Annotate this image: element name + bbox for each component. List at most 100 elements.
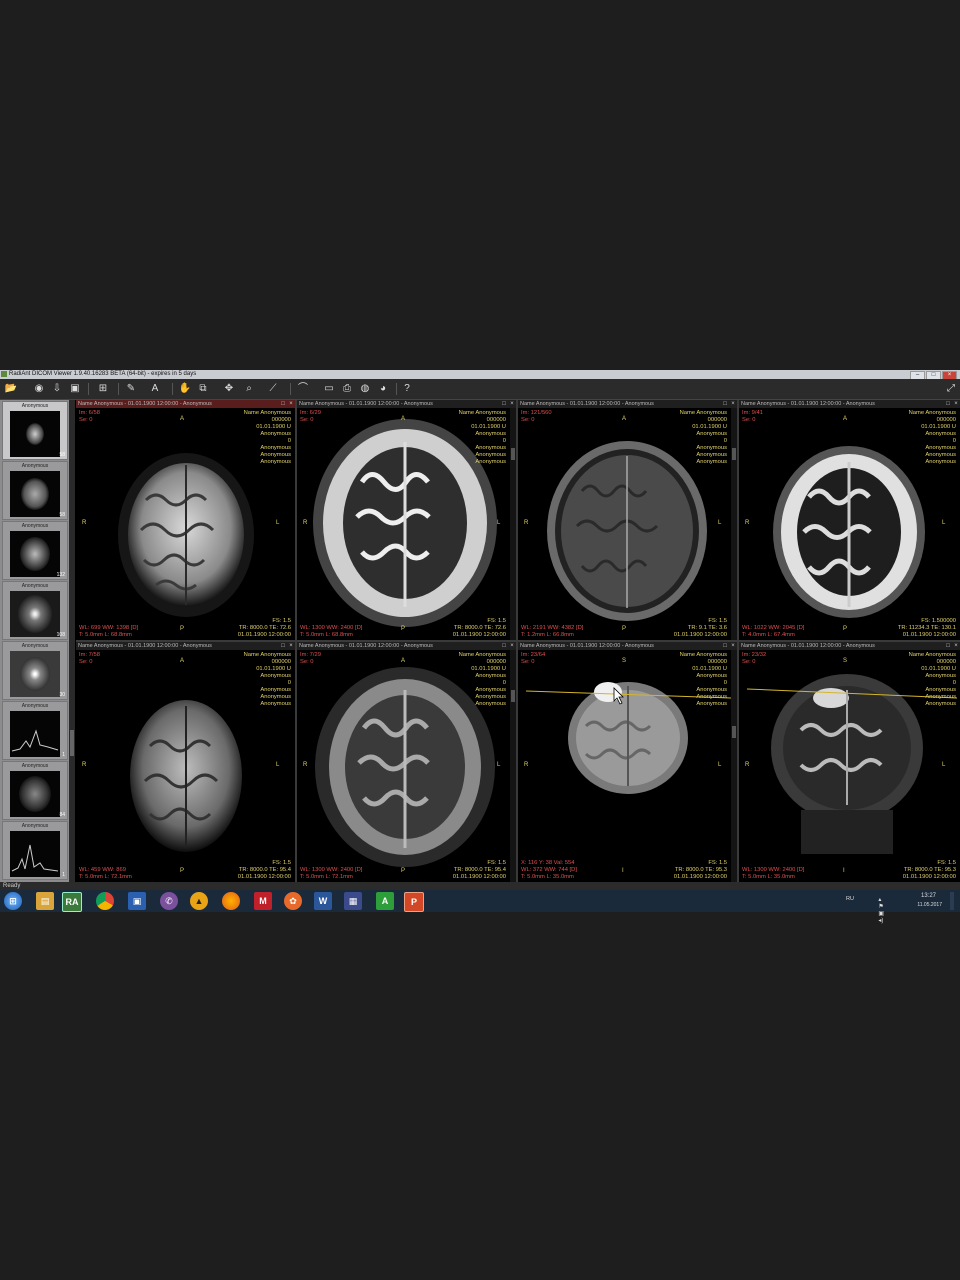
cd-icon[interactable]: ◉ [32, 382, 46, 396]
thumbnail-series-2[interactable]: Anonymous 58 [2, 461, 68, 520]
radiant-dicom-icon[interactable]: RA [62, 892, 82, 912]
t2-axial-image [773, 446, 925, 618]
overlay-bottom-right: FS: 1.5 TR: 8000.0 TE: 95.3 01.01.1900 1… [673, 860, 727, 880]
zoom-icon[interactable]: ⌕ [242, 382, 256, 396]
thumbnail-series-7[interactable]: Anonymous 84 [2, 761, 68, 820]
thumbnail-series-3[interactable]: Anonymous 132 [2, 521, 68, 580]
download-icon[interactable]: ⇩ [50, 382, 64, 396]
manager-icon[interactable]: M [254, 892, 272, 910]
screen: RadiAnt DICOM Viewer 1.9.40.16283 BETA (… [0, 370, 960, 924]
viewer-grid: Name Anonymous - 01.01.1900 12:00:00 - A… [76, 400, 960, 882]
save-icon[interactable]: ▣ [128, 892, 146, 910]
orientation-bottom: P [401, 868, 406, 874]
viewport-title: Name Anonymous - 01.01.1900 12:00:00 - A… [78, 643, 212, 649]
thumbnail-count: 108 [56, 632, 65, 638]
viewport-header: Name Anonymous - 01.01.1900 12:00:00 - A… [297, 400, 516, 408]
thumbnail-count: 1 [62, 752, 65, 758]
maximize-viewport-icon[interactable]: □ [945, 401, 951, 407]
thumbnail-series-8[interactable]: Anonymous 1 [2, 821, 68, 880]
viber-icon[interactable]: ✆ [160, 892, 178, 910]
close-viewport-icon[interactable]: × [953, 401, 959, 407]
save-icon[interactable]: ▣ [68, 382, 82, 396]
viewport-5[interactable]: Name Anonymous - 01.01.1900 12:00:00 - A… [76, 642, 295, 882]
3d-icon[interactable]: ◕ [376, 382, 390, 396]
reference-lines-icon[interactable]: ⌒ [296, 382, 310, 396]
move-icon[interactable]: ✥ [222, 382, 236, 396]
language-indicator[interactable]: RU [846, 896, 854, 902]
overlay-top-right: Name Anonymous 000000 01.01.1900 U Anony… [908, 652, 956, 707]
paint-icon[interactable]: ✿ [284, 892, 302, 910]
orientation-top: S [622, 658, 627, 664]
fullscreen-icon[interactable]: ⤢ [944, 382, 958, 396]
thumbnail-series-4[interactable]: Anonymous 108 [2, 581, 68, 640]
viewport-8[interactable]: Name Anonymous - 01.01.1900 12:00:00 - A… [739, 642, 960, 882]
viewport-title: Name Anonymous - 01.01.1900 12:00:00 - A… [299, 401, 433, 407]
open-folder-icon[interactable]: 📂 [4, 382, 18, 396]
orientation-bottom: P [180, 868, 185, 874]
viewport-scrollbar[interactable] [510, 408, 516, 640]
maximize-viewport-icon[interactable]: □ [945, 643, 951, 649]
maximize-viewport-icon[interactable]: □ [280, 643, 286, 649]
orientation-bottom: P [180, 626, 185, 632]
thumbnail-series-1[interactable]: Anonymous 58 [2, 401, 68, 460]
viewport-header: Name Anonymous - 01.01.1900 12:00:00 - A… [739, 400, 960, 408]
maximize-viewport-icon[interactable]: □ [722, 643, 728, 649]
thumbnail-scrollbar[interactable] [69, 400, 75, 882]
viewport-scrollbar[interactable] [731, 650, 737, 882]
orientation-top: A [180, 416, 185, 422]
viewport-6[interactable]: Name Anonymous - 01.01.1900 12:00:00 - A… [297, 642, 516, 882]
close-viewport-icon[interactable]: × [730, 401, 736, 407]
close-viewport-icon[interactable]: × [288, 401, 294, 407]
thumbnail-series-6[interactable]: Anonymous 1 [2, 701, 68, 760]
overlay-bottom-left: WL: 1300 WW: 2400 [D] T: 5.0mm L: 72.1mm [300, 867, 363, 880]
start-button[interactable]: ⊞ [4, 892, 22, 910]
tray-icons[interactable]: ▴ ⚑ ▣ ◂) [878, 896, 884, 924]
access-icon[interactable]: A [376, 892, 394, 910]
library-icon[interactable]: ▦ [344, 892, 362, 910]
viewport-4[interactable]: Name Anonymous - 01.01.1900 12:00:00 - A… [739, 400, 960, 640]
copy-icon[interactable]: ⧉ [196, 382, 210, 396]
help-icon[interactable]: ? [400, 382, 414, 396]
maximize-viewport-icon[interactable]: □ [501, 643, 507, 649]
pen-icon[interactable]: ✎ [124, 382, 138, 396]
overlay-bottom-right: FS: 1.5 TR: 8000.0 TE: 72.6 01.01.1900 1… [237, 618, 291, 638]
close-viewport-icon[interactable]: × [509, 643, 515, 649]
thumbnail-series-5[interactable]: Anonymous 30 [2, 641, 68, 700]
overlay-top-left: Im: 9/41 Se: 0 [742, 410, 763, 423]
aimp-icon[interactable]: ▲ [190, 892, 208, 910]
chrome-icon[interactable] [96, 892, 114, 910]
viewport-7[interactable]: Name Anonymous - 01.01.1900 12:00:00 - A… [518, 642, 737, 882]
maximize-viewport-icon[interactable]: □ [280, 401, 286, 407]
show-desktop-button[interactable] [950, 892, 954, 910]
print-icon[interactable]: ⎙ [340, 382, 354, 396]
orientation-bottom: P [622, 626, 627, 632]
viewport-2[interactable]: Name Anonymous - 01.01.1900 12:00:00 - A… [297, 400, 516, 640]
orientation-left: R [745, 762, 750, 768]
measure-line-icon[interactable]: ⟋ [266, 382, 280, 396]
maximize-viewport-icon[interactable]: □ [722, 401, 728, 407]
close-viewport-icon[interactable]: × [730, 643, 736, 649]
layout-grid-icon[interactable]: ⊞ [96, 382, 110, 396]
close-viewport-icon[interactable]: × [288, 643, 294, 649]
firefox-icon[interactable] [222, 892, 240, 910]
overlay-bottom-left: WL: 699 WW: 1398 [D] T: 5.0mm L: 68.8mm [79, 625, 139, 638]
pan-icon[interactable]: ✋ [178, 382, 192, 396]
close-viewport-icon[interactable]: × [953, 643, 959, 649]
orientation-bottom: I [843, 868, 845, 874]
window-level-icon[interactable]: ▭ [322, 382, 336, 396]
close-viewport-icon[interactable]: × [509, 401, 515, 407]
viewport-3[interactable]: Name Anonymous - 01.01.1900 12:00:00 - A… [518, 400, 737, 640]
word-icon[interactable]: W [314, 892, 332, 910]
toolbar: 📂 ◉ ⇩ ▣ ⊞ ✎ A ✋ ⧉ ✥ ⌕ ⟋ ⌒ ▭ ⎙ ◍ ◕ ? ⤢ [0, 379, 960, 400]
dwi-axial-image [130, 700, 242, 852]
viewport-scrollbar[interactable] [731, 408, 737, 640]
explorer-icon[interactable]: ▤ [36, 892, 54, 910]
overlay-bottom-right: FS: 1.500000 TR: 11234.3 TE: 130.1 01.01… [897, 618, 956, 638]
info-icon[interactable]: ◍ [358, 382, 372, 396]
clock-time: 13:27 [920, 893, 936, 899]
viewport-scrollbar[interactable] [510, 650, 516, 882]
viewport-1[interactable]: Name Anonymous - 01.01.1900 12:00:00 - A… [76, 400, 295, 640]
powerpoint-icon[interactable]: P [404, 892, 424, 912]
maximize-viewport-icon[interactable]: □ [501, 401, 507, 407]
text-annotation-icon[interactable]: A [148, 382, 162, 396]
